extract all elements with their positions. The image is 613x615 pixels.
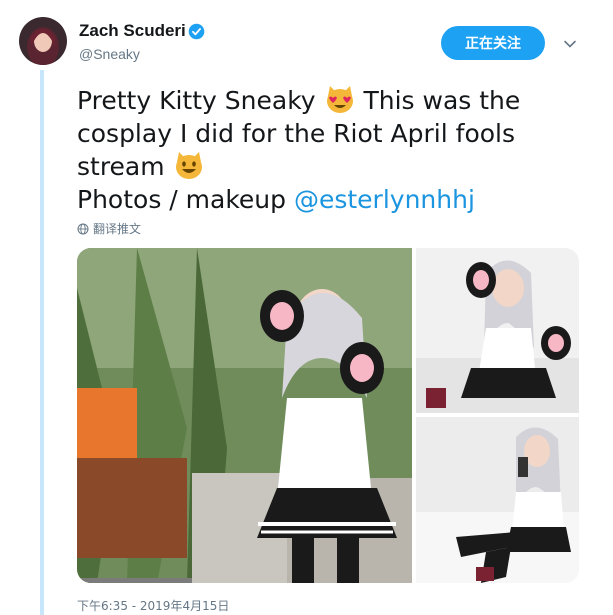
media-grid [77,248,579,583]
heart-eyes-cat-emoji [326,86,353,113]
cosplay-photo-bottom-right[interactable] [416,417,579,583]
tweet-line-2: cosplay I did for the Riot April fools [77,118,516,148]
tweet-text-segment: Photos / makeup [77,184,294,214]
translate-tweet-link[interactable]: 翻译推文 [77,220,141,237]
translate-label: 翻译推文 [93,222,142,236]
mention-link[interactable]: @esterlynnhhj [294,185,475,214]
thread-line [40,70,44,615]
verified-badge-icon [188,23,205,40]
tweet-timestamp[interactable]: 下午6:35 - 2019年4月15日 [77,597,229,614]
user-handle[interactable]: @Sneaky [79,46,140,62]
tweet-text-segment: stream [77,152,173,181]
tweet-text-segment: Pretty Kitty Sneaky [77,86,324,115]
cosplay-photo-main[interactable] [77,248,412,583]
globe-icon [77,223,89,234]
tweet-text-segment: This was the [355,86,521,115]
chevron-down-icon[interactable] [562,36,578,52]
tweet-line-1: Pretty Kitty Sneaky This was the [77,84,597,118]
cosplay-photo-top-right[interactable] [416,248,579,413]
tweet-line-3: stream [77,150,597,184]
tweet-line-4: Photos / makeup @esterlynnhhj [77,184,597,217]
following-button[interactable]: 正在关注 [441,26,545,60]
avatar[interactable] [19,17,67,65]
tweet-text: Pretty Kitty Sneaky This was the cosplay… [77,84,597,216]
display-name[interactable]: Zach Scuderi [79,21,186,41]
smiling-cat-emoji [175,152,202,179]
